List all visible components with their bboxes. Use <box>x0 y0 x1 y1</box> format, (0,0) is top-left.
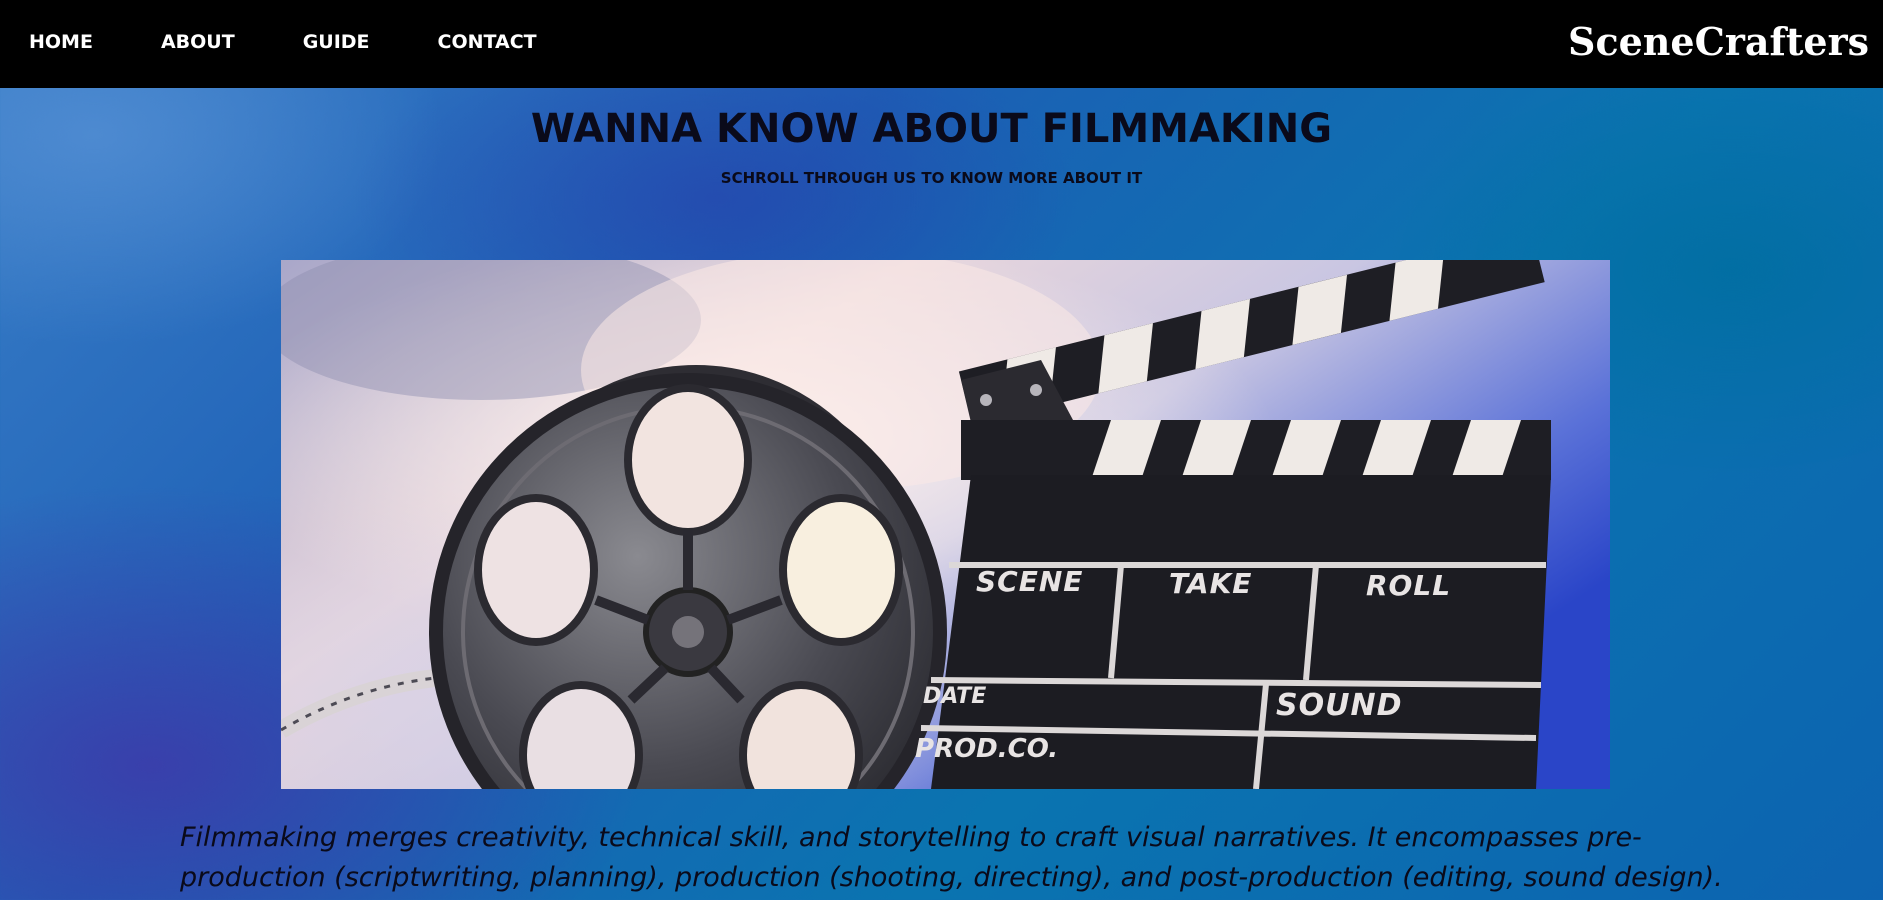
nav-link-guide[interactable]: GUIDE <box>303 30 370 54</box>
intro-paragraph: Filmmaking merges creativity, technical … <box>180 822 1723 893</box>
nav-link-contact[interactable]: CONTACT <box>438 30 537 54</box>
clapper-prodco-label: PROD.CO. <box>915 734 1058 764</box>
clapper-take-label: TAKE <box>1169 567 1252 600</box>
nav-link-about[interactable]: ABOUT <box>161 30 235 54</box>
clapper-scene-label: SCENE <box>976 565 1083 598</box>
brand-logo[interactable]: SceneCrafters <box>1568 18 1869 66</box>
clapper-roll-label: ROLL <box>1366 569 1451 602</box>
nav-link-home[interactable]: HOME <box>29 30 93 54</box>
clapper-date-label: DATE <box>923 684 986 709</box>
hero-image-film-reel-clapperboard: SCENE TAKE ROLL DATE SOUND PROD.CO. <box>281 260 1610 789</box>
top-navbar: HOME ABOUT GUIDE CONTACT SceneCrafters <box>0 0 1883 88</box>
hero-title: WANNA KNOW ABOUT FILMMAKING <box>530 106 1333 152</box>
clapper-sound-label: SOUND <box>1276 688 1402 723</box>
nav-links: HOME ABOUT GUIDE CONTACT <box>29 30 605 54</box>
hero-subtitle: SCHROLL THROUGH US TO KNOW MORE ABOUT IT <box>720 169 1143 187</box>
